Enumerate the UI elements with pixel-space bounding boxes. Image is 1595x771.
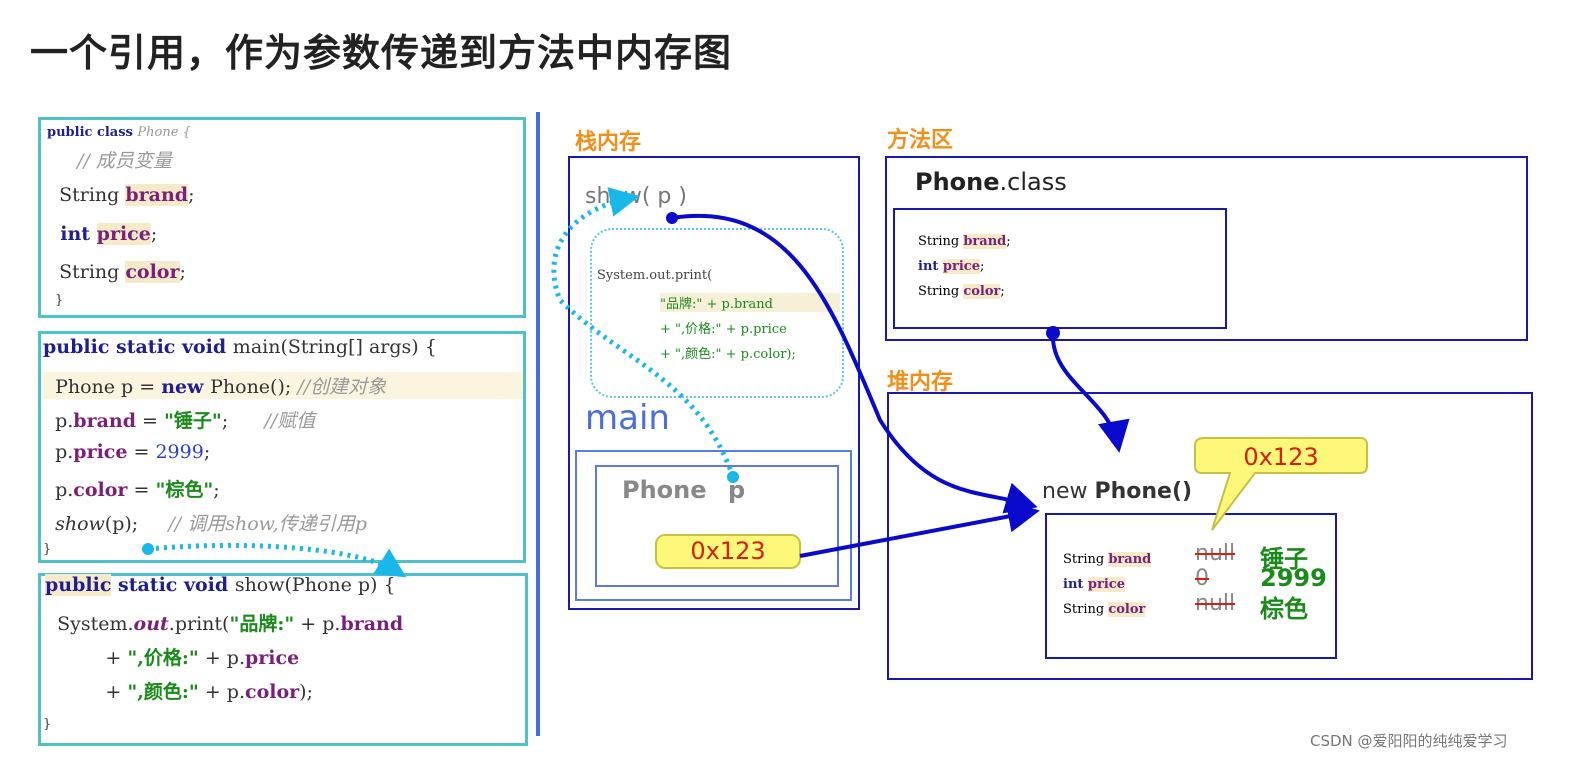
diagram: 一个引用，作为参数传递到方法中内存图 public class Phone { … <box>0 0 1595 771</box>
watermark: CSDN @爱阳阳的纯纯爱学习 <box>1310 732 1508 750</box>
arrows-layer: 0x123 <box>142 187 1368 578</box>
arrow-dot <box>1046 326 1060 340</box>
arrow-dot <box>142 543 154 555</box>
heap-address: 0x123 <box>1243 443 1318 471</box>
class-to-object-arrow <box>1050 332 1130 453</box>
arrow-dot <box>666 212 678 224</box>
arrow-dot <box>727 471 739 483</box>
stack-to-heap-arrow <box>799 500 1040 558</box>
call-dotted-arrow <box>147 542 407 578</box>
param-pass-dotted-arrow <box>551 187 736 478</box>
